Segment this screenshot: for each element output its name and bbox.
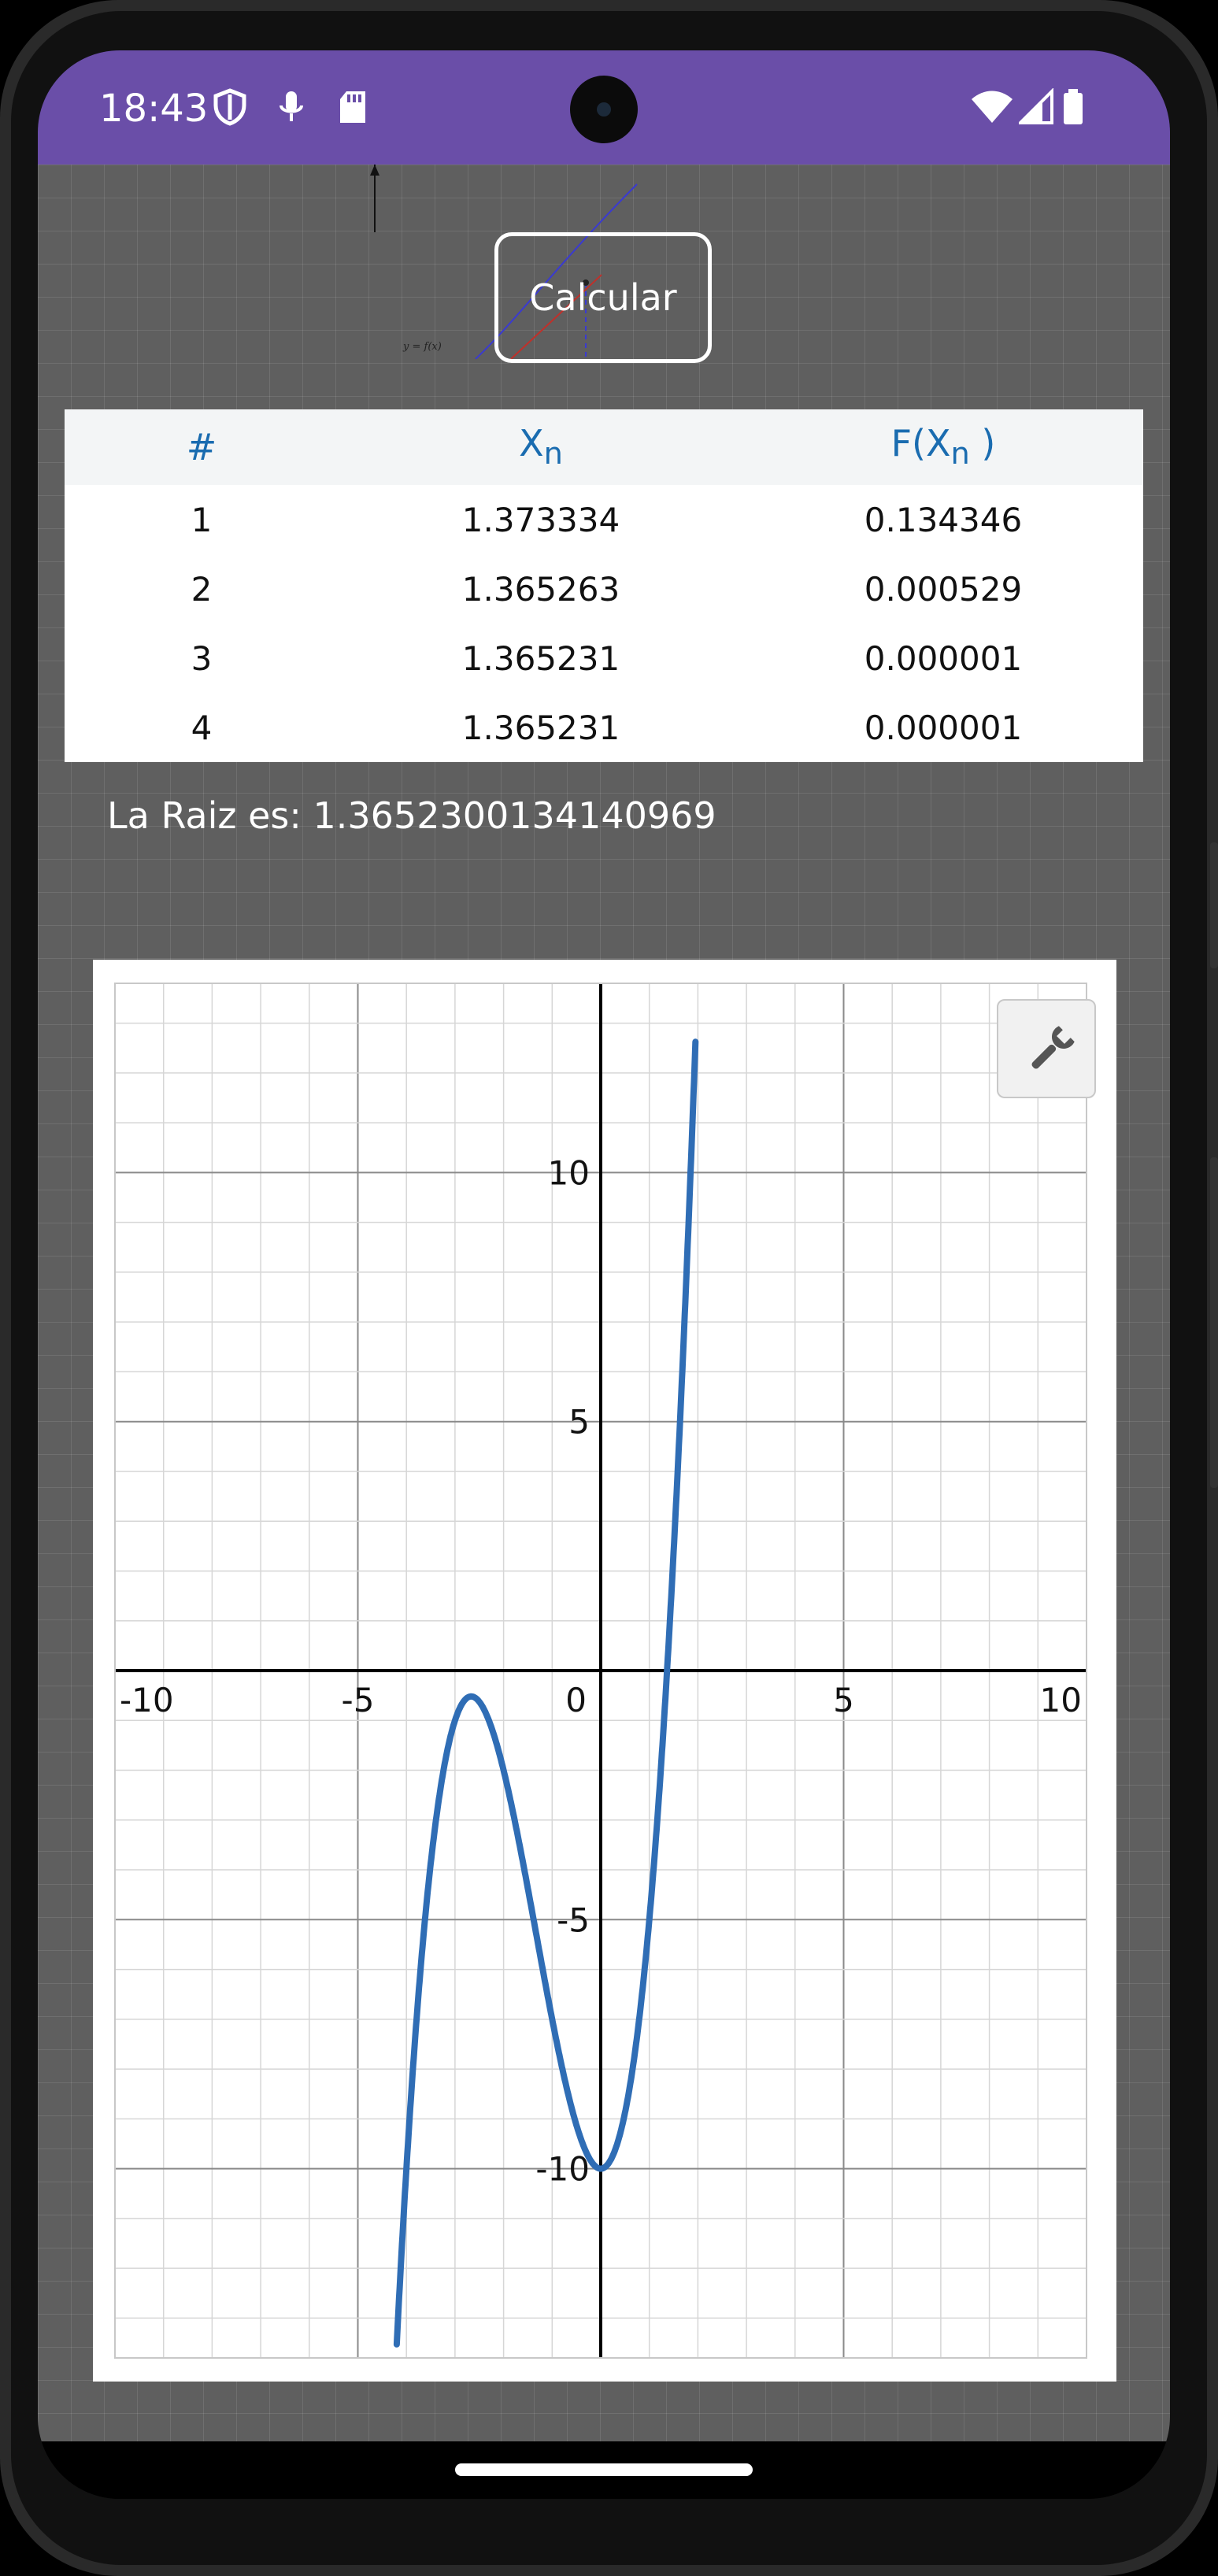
graph-panel[interactable]: -10 -5 0 5 10 10 5 -5 -10 bbox=[93, 960, 1116, 2382]
battery-icon bbox=[1064, 89, 1083, 124]
x-tick-label: 10 bbox=[1040, 1681, 1082, 1719]
home-indicator[interactable] bbox=[455, 2463, 753, 2476]
row-index: 4 bbox=[191, 708, 213, 747]
x-tick-label: 0 bbox=[565, 1681, 587, 1719]
sd-card-icon bbox=[340, 91, 365, 123]
row-index: 3 bbox=[191, 638, 213, 678]
header-fxn: F(Xn ) bbox=[743, 409, 1143, 485]
graph-settings-button[interactable] bbox=[997, 999, 1096, 1098]
volume-button bbox=[1210, 842, 1218, 968]
header-fxn-close: ) bbox=[969, 422, 996, 465]
row-xn: 1.365231 bbox=[461, 708, 620, 747]
header-fxn-sub: n bbox=[950, 436, 970, 472]
shield-icon bbox=[213, 88, 246, 126]
app-content: y = f(x) Calcular # Xn F(Xn ) 1 1.373334… bbox=[38, 165, 1170, 2441]
x-tick-label: -10 bbox=[120, 1681, 174, 1719]
phone-frame: 18:43 y = f(x) Calcular # Xn F(Xn) 1 1.… bbox=[0, 0, 1218, 2576]
screen: 18:43 y = f(x) Calcular # Xn F(Xn) 1 1.… bbox=[38, 50, 1170, 2499]
row-xn: 1.373334 bbox=[461, 500, 620, 539]
navigation-bar bbox=[38, 2441, 1170, 2499]
power-button bbox=[1210, 1157, 1218, 1488]
wrench-icon bbox=[1031, 1026, 1075, 1069]
y-tick-label: 5 bbox=[568, 1403, 590, 1442]
row-fxn: 0.000529 bbox=[864, 569, 1023, 609]
x-tick-label: -5 bbox=[342, 1681, 375, 1719]
row-index: 1 bbox=[191, 500, 213, 539]
table-row: 1 1.373334 0.134346 bbox=[65, 485, 1143, 554]
table-row: 2 1.365263 0.000529 bbox=[65, 554, 1143, 624]
mic-icon bbox=[280, 91, 303, 121]
status-bar: 18:43 bbox=[38, 50, 1170, 165]
front-camera bbox=[570, 76, 638, 143]
row-xn: 1.365263 bbox=[461, 569, 620, 609]
header-xn-sub: n bbox=[543, 436, 563, 472]
header-index: # bbox=[186, 426, 217, 468]
row-index: 2 bbox=[191, 569, 213, 609]
wifi-icon bbox=[972, 91, 1013, 123]
y-tick-label: -10 bbox=[535, 2150, 590, 2189]
y-tick-label: 10 bbox=[548, 1153, 590, 1192]
x-tick-label: 5 bbox=[833, 1681, 854, 1719]
status-time: 18:43 bbox=[99, 87, 209, 131]
row-fxn: 0.134346 bbox=[864, 500, 1023, 539]
header-xn-main: X bbox=[519, 422, 544, 465]
header-fxn-main: F(X bbox=[890, 422, 951, 465]
function-graph[interactable]: -10 -5 0 5 10 10 5 -5 -10 bbox=[93, 960, 1116, 2382]
row-fxn: 0.000001 bbox=[864, 708, 1023, 747]
y-tick-label: -5 bbox=[557, 1901, 590, 1939]
root-result-text: La Raiz es: 1.3652300134140969 bbox=[107, 794, 716, 837]
row-xn: 1.365231 bbox=[461, 638, 620, 678]
table-row: 3 1.365231 0.000001 bbox=[65, 624, 1143, 693]
table-header-row: # Xn F(Xn ) bbox=[65, 409, 1143, 485]
table-row: 4 1.365231 0.000001 bbox=[65, 693, 1143, 762]
header-xn: Xn bbox=[339, 409, 743, 485]
calculate-button[interactable]: Calcular bbox=[494, 232, 712, 363]
row-fxn: 0.000001 bbox=[864, 638, 1023, 678]
results-table: # Xn F(Xn ) 1 1.373334 0.134346 2 1.3652… bbox=[65, 409, 1143, 762]
cell-signal-icon bbox=[1019, 88, 1053, 124]
illustration-label: y = f(x) bbox=[402, 341, 442, 353]
